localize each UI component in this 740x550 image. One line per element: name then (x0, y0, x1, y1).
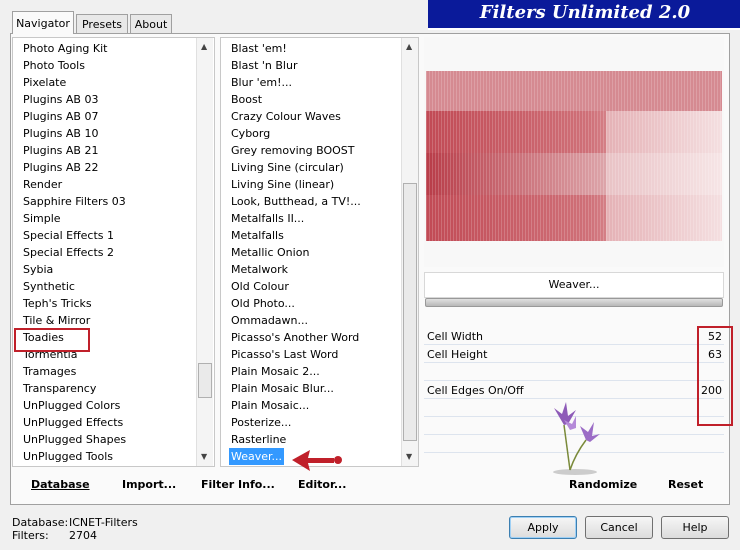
category-item[interactable]: Teph's Tricks (23, 295, 92, 312)
cancel-button[interactable]: Cancel (585, 516, 653, 539)
param-row-divider (424, 362, 724, 363)
category-item[interactable]: UnPlugged Colors (23, 397, 120, 414)
scroll-up-icon[interactable]: ▲ (406, 42, 412, 51)
param-label-cell-width: Cell Width (427, 330, 484, 343)
flower-icon (553, 402, 600, 475)
param-row-divider (424, 398, 724, 399)
filter-item[interactable]: Blast 'em! (231, 40, 287, 57)
filter-item[interactable]: Posterize... (231, 414, 291, 431)
filter-item[interactable]: Old Colour (231, 278, 289, 295)
category-item[interactable]: Photo Tools (23, 57, 85, 74)
filters-count-label: Filters: (12, 529, 49, 542)
filters-count-value: 2704 (69, 529, 97, 542)
param-label-cell-height: Cell Height (427, 348, 488, 361)
database-status-value: ICNET-Filters (69, 516, 138, 529)
scroll-down-icon[interactable]: ▼ (406, 452, 412, 461)
filter-item[interactable]: Cyborg (231, 125, 270, 142)
filter-item[interactable]: Weaver... (229, 448, 285, 465)
progress-bar (425, 298, 723, 307)
filter-item[interactable]: Look, Butthead, a TV!... (231, 193, 361, 210)
category-item[interactable]: Photo Aging Kit (23, 40, 107, 57)
preview-image (426, 71, 722, 241)
tab-about[interactable]: About (130, 14, 172, 33)
filter-item[interactable]: Metalwork (231, 261, 288, 278)
scroll-down-icon[interactable]: ▼ (201, 452, 207, 461)
import-button[interactable]: Import... (122, 478, 176, 491)
category-item[interactable]: Synthetic (23, 278, 75, 295)
category-item[interactable]: UnPlugged Shapes (23, 431, 126, 448)
filter-info-button[interactable]: Filter Info... (201, 478, 275, 491)
filter-item[interactable]: Plain Mosaic Blur... (231, 380, 334, 397)
category-item[interactable]: Transparency (23, 380, 96, 397)
filter-item[interactable]: Blur 'em!... (231, 74, 292, 91)
toadies-highlight-box (14, 328, 90, 352)
category-item[interactable]: UnPlugged Effects (23, 414, 123, 431)
filter-item[interactable]: Blast 'n Blur (231, 57, 297, 74)
category-item[interactable]: Render (23, 176, 62, 193)
category-item[interactable]: UnPlugged Tools (23, 448, 113, 465)
category-item[interactable]: Special Effects 1 (23, 227, 114, 244)
filter-item[interactable]: Living Sine (linear) (231, 176, 334, 193)
filter-item[interactable]: Crazy Colour Waves (231, 108, 341, 125)
database-button[interactable]: Database (31, 478, 90, 491)
filter-item[interactable]: Old Photo... (231, 295, 295, 312)
scroll-thumb[interactable] (403, 183, 417, 441)
category-item[interactable]: Tile & Mirror (23, 312, 90, 329)
scroll-thumb[interactable] (198, 363, 212, 398)
param-row-divider (424, 380, 724, 381)
randomize-button[interactable]: Randomize (569, 478, 637, 491)
filter-item[interactable]: Metalfalls II... (231, 210, 304, 227)
filter-item[interactable]: Metallic Onion (231, 244, 309, 261)
app-title: Filters Unlimited 2.0 (479, 2, 691, 23)
filter-item[interactable]: Picasso's Another Word (231, 329, 359, 346)
filter-item[interactable]: Plain Mosaic... (231, 397, 309, 414)
apply-button[interactable]: Apply (509, 516, 577, 539)
tab-navigator[interactable]: Navigator (12, 11, 74, 34)
filter-item[interactable]: Ommadawn... (231, 312, 308, 329)
filter-item[interactable]: Metalfalls (231, 227, 284, 244)
category-item[interactable]: Plugins AB 21 (23, 142, 98, 159)
values-highlight-box (697, 326, 733, 426)
help-button[interactable]: Help (661, 516, 729, 539)
editor-button[interactable]: Editor... (298, 478, 346, 491)
category-item[interactable]: Plugins AB 10 (23, 125, 98, 142)
filter-name-label: Weaver... (424, 272, 724, 298)
param-row-divider (424, 344, 724, 345)
category-item[interactable]: Special Effects 2 (23, 244, 114, 261)
filter-item[interactable]: Picasso's Last Word (231, 346, 338, 363)
filter-item[interactable]: Boost (231, 91, 262, 108)
category-item[interactable]: Plugins AB 22 (23, 159, 98, 176)
tab-presets[interactable]: Presets (76, 14, 128, 33)
category-item[interactable]: Tramages (23, 363, 76, 380)
reset-button[interactable]: Reset (668, 478, 703, 491)
pointer-arrow-icon (292, 450, 342, 471)
category-item[interactable]: Plugins AB 03 (23, 91, 98, 108)
category-item[interactable]: Simple (23, 210, 61, 227)
category-item[interactable]: Pixelate (23, 74, 66, 91)
filter-item[interactable]: Plain Mosaic 2... (231, 363, 320, 380)
category-item[interactable]: Plugins AB 07 (23, 108, 98, 125)
filter-item[interactable]: Living Sine (circular) (231, 159, 344, 176)
filter-scrollbar[interactable]: ▲ ▼ (401, 38, 418, 466)
param-label-cell-edges: Cell Edges On/Off (427, 384, 524, 397)
filter-item[interactable]: Grey removing BOOST (231, 142, 354, 159)
category-scrollbar[interactable]: ▲ ▼ (196, 38, 213, 466)
database-status-label: Database: (12, 516, 69, 529)
filter-item[interactable]: Rasterline (231, 431, 286, 448)
scroll-up-icon[interactable]: ▲ (201, 42, 207, 51)
category-item[interactable]: Sybia (23, 261, 53, 278)
category-item[interactable]: Sapphire Filters 03 (23, 193, 126, 210)
